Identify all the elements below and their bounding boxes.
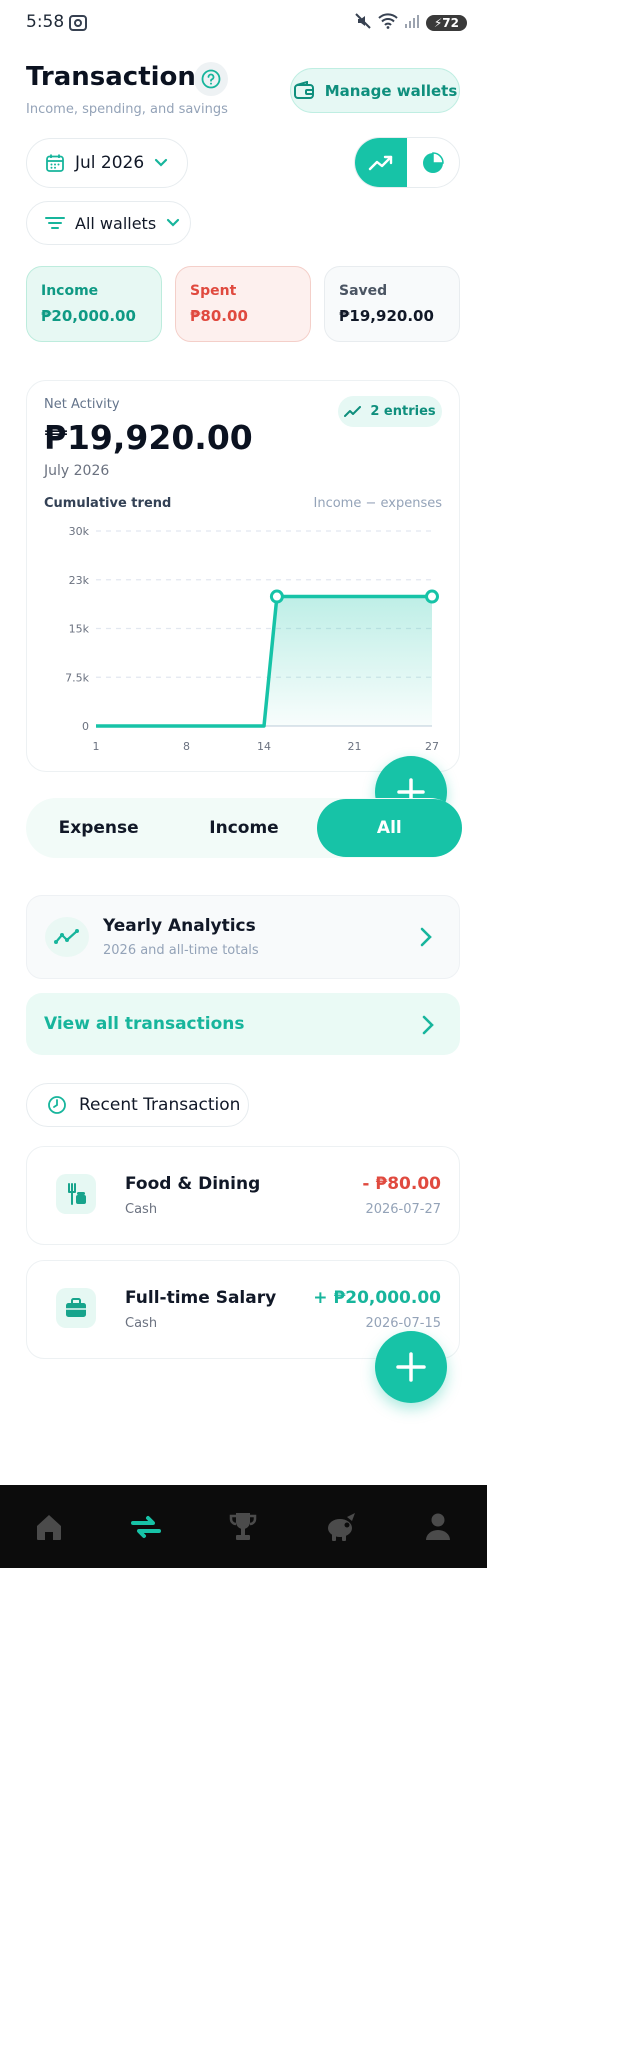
- saved-label: Saved: [339, 283, 388, 299]
- data-point: [425, 589, 439, 604]
- pie-view-button[interactable]: [407, 138, 459, 187]
- screenshot-icon: [68, 14, 88, 36]
- yearly-analytics-subtitle: 2026 and all-time totals: [103, 943, 259, 958]
- trend-icon: [344, 405, 362, 417]
- spent-summary-card: Spent ₱80.00: [175, 266, 311, 342]
- income-value: ₱20,000.00: [41, 307, 136, 325]
- filter-icon: [45, 217, 65, 229]
- y-tick-label: 7.5k: [65, 671, 89, 684]
- nav-savings[interactable]: [311, 1497, 371, 1557]
- page-subtitle: Income, spending, and savings: [26, 102, 228, 117]
- transaction-wallet: Cash: [125, 1316, 158, 1331]
- chart-y-ticks: 30k 23k 15k 7.5k 0: [65, 525, 89, 733]
- wallet-filter-label: All wallets: [75, 213, 157, 233]
- manage-wallets-button[interactable]: Manage wallets: [290, 68, 460, 113]
- transactions-icon: [131, 1515, 162, 1538]
- trend-icon: [368, 155, 393, 170]
- transaction-date: 2026-07-15: [365, 1316, 441, 1331]
- chart-title: Cumulative trend: [44, 496, 172, 511]
- help-icon: [201, 69, 221, 89]
- recent-transaction-header: Recent Transaction: [26, 1083, 249, 1127]
- profile-icon: [426, 1513, 451, 1540]
- yearly-analytics-card[interactable]: [26, 895, 460, 979]
- wallet-icon: [293, 80, 314, 99]
- x-tick-label: 1: [93, 740, 100, 753]
- plus-icon: [396, 1352, 426, 1382]
- spent-value: ₱80.00: [190, 307, 248, 325]
- battery-indicator: ⚡72: [425, 15, 467, 31]
- status-icons: ⚡72: [354, 12, 467, 34]
- chart-note: Income − expenses: [313, 496, 443, 511]
- x-tick-label: 27: [425, 740, 439, 753]
- nav-transactions[interactable]: [116, 1497, 176, 1557]
- wifi-icon: [378, 13, 398, 33]
- transaction-amount: - ₱80.00: [362, 1174, 441, 1194]
- chart-x-ticks: 1 8 14 21 27: [93, 740, 440, 753]
- net-activity-amount: ₱19,920.00: [44, 418, 253, 457]
- help-button[interactable]: [194, 62, 228, 96]
- nav-home[interactable]: [19, 1497, 79, 1557]
- trophy-icon: [230, 1512, 257, 1540]
- battery-level: 72: [442, 16, 459, 30]
- x-tick-label: 8: [183, 740, 190, 753]
- home-icon: [36, 1514, 61, 1540]
- entries-badge: 2 entries: [338, 396, 442, 427]
- piggy-bank-icon: [327, 1512, 355, 1541]
- yearly-analytics-title: Yearly Analytics: [103, 916, 256, 936]
- briefcase-icon: [56, 1288, 96, 1328]
- view-all-transactions-label: View all transactions: [44, 1014, 245, 1034]
- tab-expense[interactable]: Expense: [26, 798, 171, 858]
- trend-view-button[interactable]: [355, 138, 407, 187]
- chevron-right-icon: [420, 927, 432, 947]
- calendar-icon: [46, 154, 64, 172]
- food-icon: [56, 1174, 96, 1214]
- manage-wallets-label: Manage wallets: [324, 81, 458, 100]
- view-toggle: [354, 137, 460, 188]
- signal-icon: [404, 13, 420, 33]
- x-tick-label: 14: [257, 740, 271, 753]
- transaction-amount: + ₱20,000.00: [313, 1288, 441, 1308]
- chevron-down-icon: [155, 158, 168, 167]
- tab-income[interactable]: Income: [171, 798, 316, 858]
- analytics-icon: [45, 917, 89, 957]
- saved-summary-card: Saved ₱19,920.00: [324, 266, 460, 342]
- wallet-filter[interactable]: All wallets: [26, 201, 191, 245]
- y-tick-label: 0: [82, 720, 89, 733]
- nav-achievements[interactable]: [213, 1497, 273, 1557]
- bottom-navigation: [0, 1485, 487, 1568]
- pie-chart-icon: [423, 151, 444, 173]
- transaction-wallet: Cash: [125, 1202, 158, 1217]
- entries-count: 2 entries: [370, 404, 436, 419]
- net-activity-month: July 2026: [44, 463, 110, 479]
- chart-area: [264, 596, 432, 726]
- income-label: Income: [41, 283, 99, 299]
- chevron-right-icon: [422, 1015, 434, 1035]
- tab-all[interactable]: All: [316, 799, 462, 857]
- y-tick-label: 15k: [69, 623, 90, 636]
- status-time: 5:58: [26, 12, 65, 32]
- data-point: [269, 589, 284, 604]
- clock-icon: [48, 1096, 66, 1114]
- nav-profile[interactable]: [408, 1497, 468, 1557]
- recent-transaction-title: Recent Transaction: [79, 1095, 241, 1115]
- transaction-date: 2026-07-27: [365, 1202, 441, 1217]
- page-title: Transactions: [26, 62, 212, 92]
- spent-label: Spent: [190, 283, 237, 299]
- cumulative-trend-chart: 30k 23k 15k 7.5k 0 1 8 14 21 27: [65, 525, 440, 753]
- saved-value: ₱19,920.00: [339, 307, 434, 325]
- x-tick-label: 21: [347, 740, 361, 753]
- transaction-name: Food & Dining: [125, 1174, 261, 1194]
- type-filter-tabs: Expense Income All: [26, 798, 462, 858]
- income-summary-card: Income ₱20,000.00: [26, 266, 162, 342]
- y-tick-label: 30k: [69, 525, 90, 538]
- month-label: Jul 2026: [75, 153, 145, 173]
- mute-icon: [354, 12, 372, 34]
- transaction-name: Full-time Salary: [125, 1288, 277, 1308]
- net-activity-label: Net Activity: [44, 397, 120, 412]
- y-tick-label: 23k: [69, 574, 90, 587]
- add-transaction-fab[interactable]: [375, 1331, 447, 1403]
- chevron-down-icon: [167, 218, 180, 227]
- month-selector[interactable]: Jul 2026: [26, 138, 188, 188]
